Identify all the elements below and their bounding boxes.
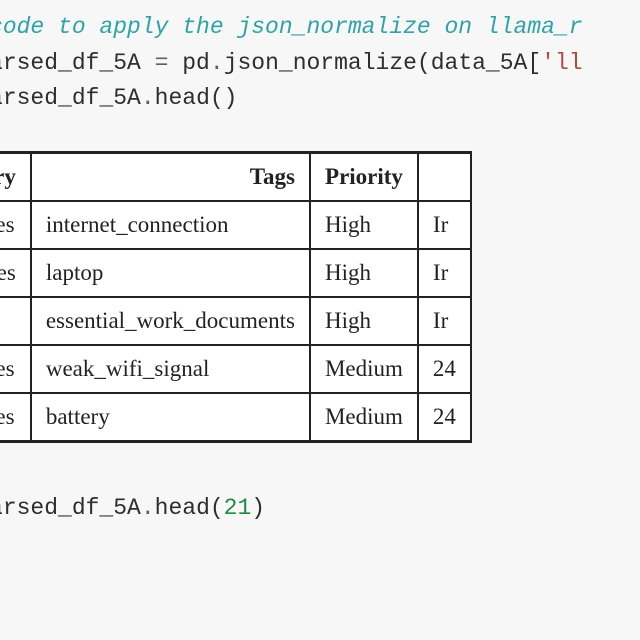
cell-category: covery	[0, 297, 31, 345]
cell-extra: 24	[418, 345, 471, 393]
code-token: 21	[224, 495, 252, 521]
cell-extra: Ir	[418, 249, 471, 297]
cell-priority: High	[310, 201, 418, 249]
code-token: =	[155, 50, 169, 76]
code-token: pd	[168, 50, 209, 76]
cell-priority: Medium	[310, 393, 418, 442]
code-token: nse_parsed_df_5A	[0, 50, 155, 76]
code-token: )	[251, 495, 265, 521]
cell-priority: Medium	[310, 345, 418, 393]
cell-tags: weak_wifi_signal	[31, 345, 310, 393]
table-row: al Issues weak_wifi_signal Medium 24	[0, 345, 471, 393]
cell-tags: laptop	[31, 249, 310, 297]
code-cell-1: the code to apply the json_normalize on …	[0, 0, 640, 151]
cell-tags: essential_work_documents	[31, 297, 310, 345]
cell-tags: internet_connection	[31, 201, 310, 249]
table-row: al Issues battery Medium 24	[0, 393, 471, 442]
cell-category: al Issues	[0, 393, 31, 442]
cell-category: al Issues	[0, 345, 31, 393]
cell-priority: High	[310, 249, 418, 297]
cell-category: re Issues	[0, 249, 31, 297]
col-header-category: ategory	[0, 152, 31, 201]
code-token: .	[141, 85, 155, 111]
code-token: json_normalize(data_5A[	[224, 50, 541, 76]
notebook-viewport: the code to apply the json_normalize on …	[0, 0, 640, 527]
table-row: re Issues laptop High Ir	[0, 249, 471, 297]
code-token: 'll	[541, 50, 582, 76]
cell-extra: 24	[418, 393, 471, 442]
code-token: .	[210, 50, 224, 76]
table-header-row: ategory Tags Priority	[0, 152, 471, 201]
table-row: al Issues internet_connection High Ir	[0, 201, 471, 249]
cell-priority: High	[310, 297, 418, 345]
dataframe-table: ategory Tags Priority al Issues internet…	[0, 151, 472, 443]
col-header-priority: Priority	[310, 152, 418, 201]
code-token: .	[141, 495, 155, 521]
code-token: head(	[155, 495, 224, 521]
code-cell-2: nse_parsed_df_5A.head(21)	[0, 443, 640, 527]
output-cell-1: ategory Tags Priority al Issues internet…	[0, 151, 640, 443]
cell-extra: Ir	[418, 201, 471, 249]
code-token: head()	[155, 85, 238, 111]
code-token: nse_parsed_df_5A	[0, 85, 141, 111]
table-row: covery essential_work_documents High Ir	[0, 297, 471, 345]
cell-tags: battery	[31, 393, 310, 442]
col-header-tags: Tags	[31, 152, 310, 201]
code-token: nse_parsed_df_5A	[0, 495, 141, 521]
code-comment: the code to apply the json_normalize on …	[0, 14, 583, 40]
col-header-extra	[418, 152, 471, 201]
cell-category: al Issues	[0, 201, 31, 249]
cell-extra: Ir	[418, 297, 471, 345]
